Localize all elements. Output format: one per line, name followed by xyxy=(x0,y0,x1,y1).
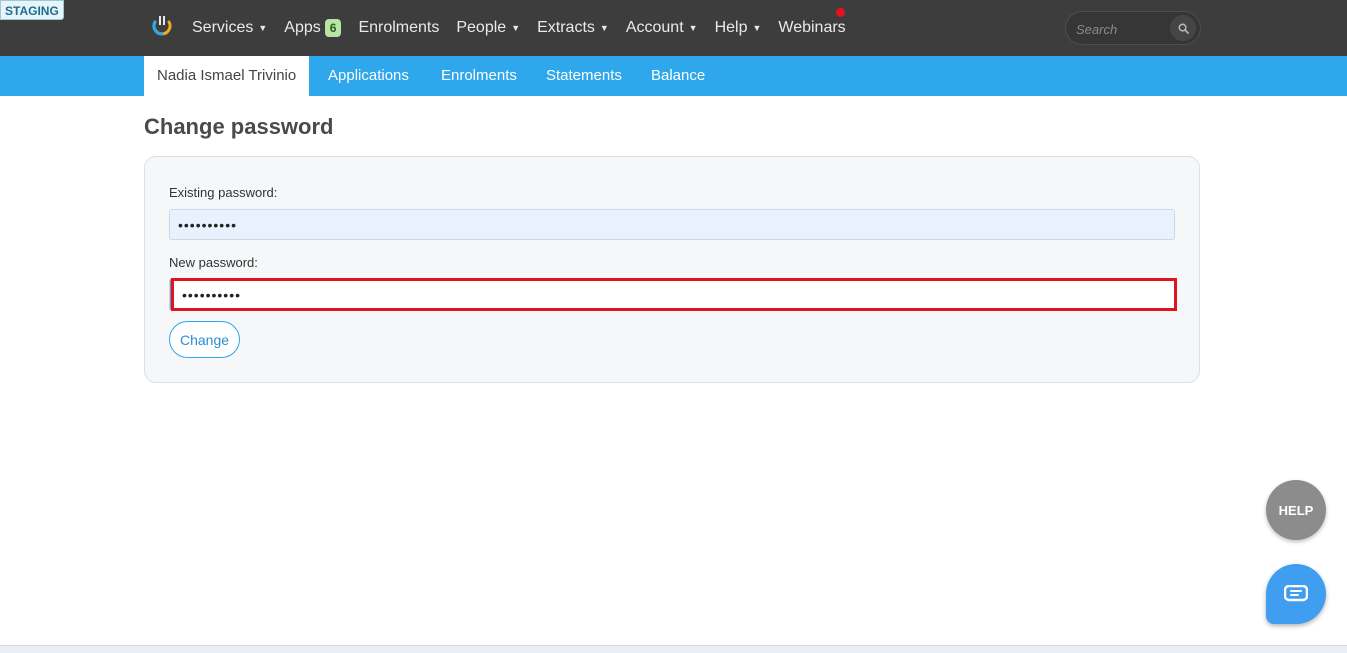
subtab-balance[interactable]: Balance xyxy=(651,56,705,96)
search-button[interactable] xyxy=(1170,15,1196,41)
existing-password-field[interactable] xyxy=(169,209,1175,240)
change-button[interactable]: Change xyxy=(169,321,240,358)
sub-navbar: Nadia Ismael Trivinio Applications Enrol… xyxy=(0,56,1347,96)
chat-icon xyxy=(1284,585,1308,602)
nav-services[interactable]: Services ▼ xyxy=(192,19,267,37)
webinars-notification-dot xyxy=(836,8,845,17)
nav-webinars[interactable]: Webinars xyxy=(778,19,845,37)
bottom-strip xyxy=(0,645,1347,653)
new-password-field[interactable] xyxy=(171,278,1177,311)
nav-account[interactable]: Account ▼ xyxy=(626,19,698,37)
main-nav: Services ▼ Apps 6 Enrolments People ▼ Ex… xyxy=(192,0,863,56)
caret-down-icon: ▼ xyxy=(511,23,521,33)
nav-people[interactable]: People ▼ xyxy=(456,19,520,37)
search-input[interactable] xyxy=(1076,19,1171,39)
page-title: Change password xyxy=(144,114,334,139)
caret-down-icon: ▼ xyxy=(752,23,762,33)
caret-down-icon: ▼ xyxy=(258,23,268,33)
nav-help[interactable]: Help ▼ xyxy=(715,19,762,37)
help-button[interactable]: HELP xyxy=(1266,480,1326,540)
search-icon xyxy=(1178,23,1189,34)
top-navbar: STAGING Services ▼ Apps 6 Enrolments Peo… xyxy=(0,0,1347,56)
caret-down-icon: ▼ xyxy=(688,23,698,33)
caret-down-icon: ▼ xyxy=(599,23,609,33)
subtab-profile[interactable]: Nadia Ismael Trivinio xyxy=(144,56,310,96)
nav-enrolments[interactable]: Enrolments xyxy=(358,19,439,37)
change-password-form: Existing password: New password: Change xyxy=(144,156,1200,383)
staging-badge: STAGING xyxy=(0,0,64,20)
subtab-statements[interactable]: Statements xyxy=(546,56,622,96)
app-logo-icon[interactable] xyxy=(150,14,174,38)
new-password-label: New password: xyxy=(169,255,258,270)
apps-count-badge: 6 xyxy=(324,19,342,37)
nav-extracts[interactable]: Extracts ▼ xyxy=(537,19,609,37)
nav-apps[interactable]: Apps 6 xyxy=(284,19,342,37)
existing-password-label: Existing password: xyxy=(169,185,278,200)
chat-button[interactable] xyxy=(1266,564,1326,624)
subtab-applications[interactable]: Applications xyxy=(328,56,409,96)
search-box xyxy=(1065,11,1201,45)
subtab-enrolments[interactable]: Enrolments xyxy=(441,56,517,96)
